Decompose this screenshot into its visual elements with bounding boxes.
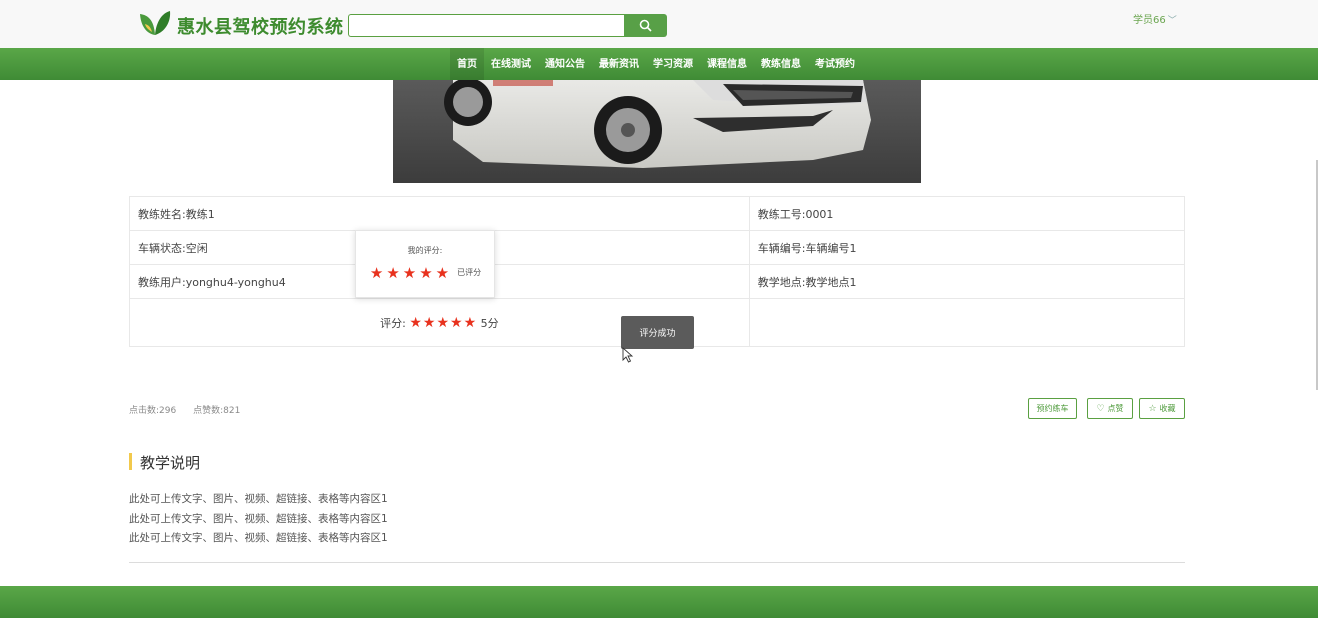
section-accent-bar <box>129 453 132 470</box>
coach-name-cell: 教练姓名:教练1 <box>129 196 750 231</box>
star-icon[interactable]: ★ <box>436 315 450 331</box>
nav-item-online-test[interactable]: 在线测试 <box>484 48 538 80</box>
description-line: 此处可上传文字、图片、视频、超链接、表格等内容区1 <box>129 512 388 525</box>
book-practice-label: 预约练车 <box>1036 404 1069 413</box>
coach-id-cell: 教练工号:0001 <box>748 196 1186 231</box>
popover-status: 已评分 <box>457 268 482 277</box>
search-icon <box>639 19 652 32</box>
star-icon[interactable]: ★ <box>419 264 433 282</box>
popover-title: 我的评分: <box>407 246 443 255</box>
star-icon[interactable]: ★ <box>386 264 400 282</box>
favorite-button[interactable]: ☆ 收藏 <box>1139 398 1185 419</box>
vehicle-number-cell: 车辆编号:车辆编号1 <box>748 230 1186 265</box>
heart-icon: ♡ <box>1096 403 1105 414</box>
description-line: 此处可上传文字、图片、视频、超链接、表格等内容区1 <box>129 532 388 544</box>
chevron-down-icon: ﹀ <box>1167 16 1177 26</box>
favorite-label: 收藏 <box>1159 404 1176 413</box>
rating-stars[interactable]: ★★★★★ <box>409 315 478 331</box>
table-row: 车辆状态:空闲 车辆编号:车辆编号1 <box>129 230 1186 265</box>
my-rating-popover: 我的评分: ★ ★ ★ ★ ★ 已评分 <box>355 230 495 298</box>
section-title: 教学说明 <box>140 454 201 472</box>
nav-item-coaches[interactable]: 教练信息 <box>754 48 808 80</box>
description-line: 此处可上传文字、图片、视频、超链接、表格等内容区1 <box>129 493 388 505</box>
star-icon[interactable]: ★ <box>423 315 437 331</box>
section-description: 此处可上传文字、图片、视频、超链接、表格等内容区1 此处可上传文字、图片、视频、… <box>129 490 388 549</box>
search-input[interactable] <box>348 14 625 37</box>
main-nav: 首页 在线测试 通知公告 最新资讯 学习资源 课程信息 教练信息 考试预约 <box>0 48 1318 80</box>
leaf-logo-icon <box>140 11 171 35</box>
success-toast: 评分成功 <box>621 316 694 349</box>
user-name: 学员66 <box>1133 15 1166 26</box>
star-icon[interactable]: ★ <box>409 315 423 331</box>
rating-label: 评分: <box>380 316 406 330</box>
divider <box>129 562 1185 563</box>
star-icon[interactable]: ★ <box>403 264 417 282</box>
star-outline-icon: ☆ <box>1148 403 1157 414</box>
site-title[interactable]: 惠水县驾校预约系统 <box>177 13 344 39</box>
nav-items: 首页 在线测试 通知公告 最新资讯 学习资源 课程信息 教练信息 考试预约 <box>450 48 862 80</box>
rating-text: 5分 <box>480 316 499 330</box>
coach-car-image <box>393 80 921 183</box>
nav-item-notices[interactable]: 通知公告 <box>538 48 592 80</box>
table-row: 教练用户:yonghu4-yonghu4 教学地点:教学地点1 <box>129 264 1186 299</box>
popover-stars[interactable]: ★ ★ ★ ★ ★ <box>369 263 451 282</box>
search-button[interactable] <box>624 14 667 37</box>
user-menu[interactable]: 学员66 ﹀ <box>1133 11 1177 26</box>
table-row: 教练姓名:教练1 教练工号:0001 <box>129 196 1186 231</box>
popover-stars-row: ★ ★ ★ ★ ★ 已评分 <box>356 263 494 282</box>
star-icon[interactable]: ★ <box>450 315 464 331</box>
teaching-location-cell: 教学地点:教学地点1 <box>748 264 1186 299</box>
like-button[interactable]: ♡ 点赞 <box>1087 398 1133 419</box>
star-icon[interactable]: ★ <box>370 264 384 282</box>
click-count: 点击数:296 <box>129 406 177 416</box>
empty-cell <box>748 298 1186 347</box>
mouse-cursor-icon <box>622 347 634 363</box>
nav-item-exam-booking[interactable]: 考试预约 <box>808 48 862 80</box>
header: 惠水县驾校预约系统 学员66 ﹀ <box>0 0 1318 48</box>
star-icon[interactable]: ★ <box>436 264 450 282</box>
stats: 点击数:296 点赞数:821 <box>129 403 254 416</box>
like-count: 点赞数:821 <box>193 406 241 416</box>
footer <box>0 586 1318 618</box>
book-practice-button[interactable]: 预约练车 <box>1028 398 1077 419</box>
like-label: 点赞 <box>1107 404 1124 413</box>
nav-item-news[interactable]: 最新资讯 <box>592 48 646 80</box>
nav-item-resources[interactable]: 学习资源 <box>646 48 700 80</box>
nav-item-courses[interactable]: 课程信息 <box>700 48 754 80</box>
nav-item-home[interactable]: 首页 <box>450 48 484 80</box>
star-icon[interactable]: ★ <box>464 315 478 331</box>
